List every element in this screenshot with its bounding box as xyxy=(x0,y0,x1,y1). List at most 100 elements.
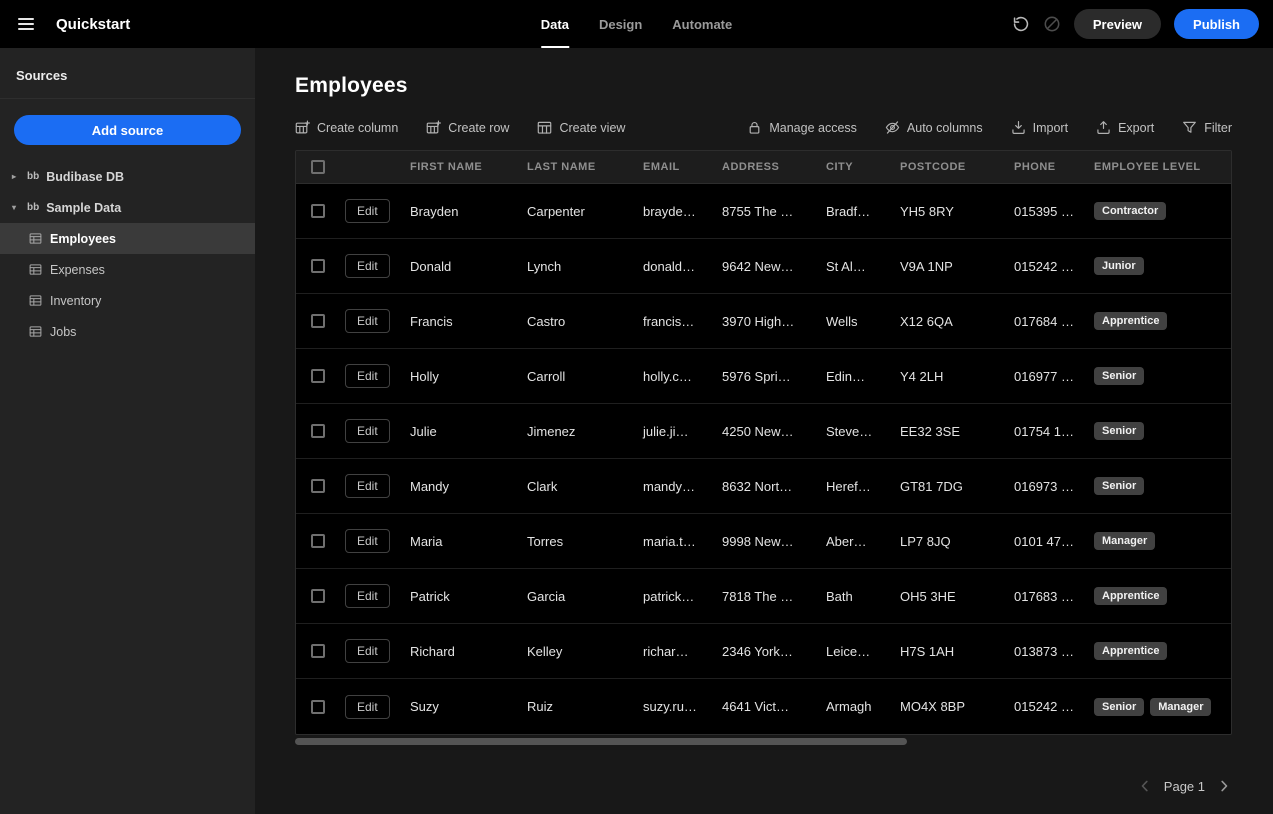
cell-first-name: Maria xyxy=(410,533,443,549)
sidebar-table-jobs[interactable]: Jobs xyxy=(0,316,255,347)
cell-email: mandy… xyxy=(643,478,696,494)
table-icon xyxy=(29,232,42,245)
employees-table: FIRST NAME LAST NAME EMAIL ADDRESS CITY POSTC… xyxy=(295,150,1232,735)
edit-row-button[interactable]: Edit xyxy=(345,529,390,553)
add-source-button[interactable]: Add source xyxy=(14,115,241,145)
table-icon xyxy=(29,325,42,338)
next-page-icon[interactable] xyxy=(1216,778,1232,794)
row-checkbox[interactable] xyxy=(311,369,325,383)
row-checkbox[interactable] xyxy=(311,479,325,493)
cell-first-name: Suzy xyxy=(410,699,439,714)
table-body: Edit Brayden Carpenter brayde… 8755 The … Bra… xyxy=(296,184,1231,734)
cell-postcode: H7S 1AH xyxy=(900,643,955,659)
cell-first-name: Brayden xyxy=(410,203,459,219)
cell-city: St Al… xyxy=(826,258,866,274)
sidebar-table-employees[interactable]: Employees xyxy=(0,223,255,254)
chevron-down-icon[interactable]: ▾ xyxy=(8,203,20,212)
tab-design[interactable]: Design xyxy=(587,0,654,48)
cell-postcode: Y4 2LH xyxy=(900,368,944,384)
edit-row-button[interactable]: Edit xyxy=(345,309,390,333)
source-label: Sample Data xyxy=(46,200,122,215)
edit-row-button[interactable]: Edit xyxy=(345,364,390,388)
horizontal-scrollbar-thumb[interactable] xyxy=(295,738,907,745)
app-title: Quickstart xyxy=(56,15,131,33)
cell-last-name: Torres xyxy=(527,533,564,549)
level-badge: Contractor xyxy=(1094,202,1167,220)
filter-button[interactable]: Filter xyxy=(1182,120,1232,135)
row-checkbox[interactable] xyxy=(311,699,325,714)
level-badge: Manager xyxy=(1150,697,1212,716)
topbar-right: Preview Publish xyxy=(1012,9,1259,39)
create-view-button[interactable]: Create view xyxy=(537,120,625,135)
manage-access-button[interactable]: Manage access xyxy=(747,120,857,135)
level-badge: Apprentice xyxy=(1094,312,1168,330)
column-header-address[interactable]: ADDRESS xyxy=(706,161,810,173)
row-checkbox[interactable] xyxy=(311,644,325,658)
sidebar-source-sample-data[interactable]: ▾ bb Sample Data xyxy=(0,192,255,223)
pagination: Page 1 xyxy=(295,768,1232,800)
grid-plus-icon xyxy=(295,120,310,135)
preview-button[interactable]: Preview xyxy=(1073,9,1162,39)
edit-row-button[interactable]: Edit xyxy=(345,199,390,223)
cell-last-name: Kelley xyxy=(527,643,563,659)
import-button[interactable]: Import xyxy=(1011,120,1068,135)
table-header-row: FIRST NAME LAST NAME EMAIL ADDRESS CITY POSTC… xyxy=(296,151,1231,184)
cell-phone: 01754 1… xyxy=(1014,423,1074,439)
topbar: Quickstart Data Design Automate Preview Pu… xyxy=(0,0,1273,48)
cell-email: donald… xyxy=(643,258,696,274)
undo-icon[interactable] xyxy=(1012,15,1030,33)
create-column-button[interactable]: Create column xyxy=(295,120,398,135)
cell-employee-level: Apprentice xyxy=(1078,642,1231,660)
hamburger-menu-icon[interactable] xyxy=(14,13,38,35)
cell-phone: 015395 … xyxy=(1014,203,1074,219)
sidebar-source-budibase-db[interactable]: ▸ bb Budibase DB xyxy=(0,161,255,192)
row-checkbox[interactable] xyxy=(311,259,325,273)
cell-email: holly.c… xyxy=(643,368,692,384)
export-button[interactable]: Export xyxy=(1096,120,1154,135)
cell-city: Aber… xyxy=(826,533,867,549)
column-header-email[interactable]: EMAIL xyxy=(627,161,706,173)
sidebar-header: Sources xyxy=(0,48,255,99)
column-header-last-name[interactable]: LAST NAME xyxy=(511,161,627,173)
tab-automate[interactable]: Automate xyxy=(660,0,744,48)
cell-address: 4250 New… xyxy=(722,423,794,439)
prev-page-icon[interactable] xyxy=(1137,778,1153,794)
cell-employee-level: Senior xyxy=(1078,422,1231,440)
cell-city: Steve… xyxy=(826,423,873,439)
select-all-checkbox[interactable] xyxy=(311,160,325,174)
cell-last-name: Castro xyxy=(527,313,566,329)
cell-first-name: Mandy xyxy=(410,478,450,494)
publish-button[interactable]: Publish xyxy=(1174,9,1259,39)
column-header-city[interactable]: CITY xyxy=(810,161,884,173)
edit-row-button[interactable]: Edit xyxy=(345,419,390,443)
create-row-button[interactable]: Create row xyxy=(426,120,509,135)
cell-address: 8632 Nort… xyxy=(722,478,793,494)
row-checkbox[interactable] xyxy=(311,589,325,603)
row-checkbox[interactable] xyxy=(311,534,325,548)
edit-row-button[interactable]: Edit xyxy=(345,474,390,498)
tab-data[interactable]: Data xyxy=(529,0,581,48)
budibase-logo-icon: bb xyxy=(27,201,40,213)
column-header-employee-level[interactable]: EMPLOYEE LEVEL xyxy=(1078,161,1231,173)
sidebar-table-inventory[interactable]: Inventory xyxy=(0,285,255,316)
cell-postcode: OH5 3HE xyxy=(900,588,956,604)
edit-row-button[interactable]: Edit xyxy=(345,639,390,663)
nav-tabs: Data Design Automate xyxy=(529,0,744,48)
edit-row-button[interactable]: Edit xyxy=(345,254,390,278)
edit-row-button[interactable]: Edit xyxy=(345,694,390,719)
cell-email: maria.t… xyxy=(643,533,696,549)
budibase-logo-icon: bb xyxy=(27,170,40,182)
toolbar-label: Auto columns xyxy=(906,120,983,135)
table-row: Edit Donald Lynch donald… 9642 New… St Al… V9A… xyxy=(296,239,1231,294)
chevron-right-icon[interactable]: ▸ xyxy=(8,172,20,181)
column-header-first-name[interactable]: FIRST NAME xyxy=(394,161,511,173)
column-header-postcode[interactable]: POSTCODE xyxy=(884,161,998,173)
column-header-phone[interactable]: PHONE xyxy=(998,161,1078,173)
row-checkbox[interactable] xyxy=(311,204,325,218)
sidebar-table-expenses[interactable]: Expenses xyxy=(0,254,255,285)
edit-row-button[interactable]: Edit xyxy=(345,584,390,608)
auto-columns-button[interactable]: Auto columns xyxy=(885,120,983,135)
row-checkbox[interactable] xyxy=(311,424,325,438)
cell-last-name: Jimenez xyxy=(527,423,576,439)
row-checkbox[interactable] xyxy=(311,314,325,328)
